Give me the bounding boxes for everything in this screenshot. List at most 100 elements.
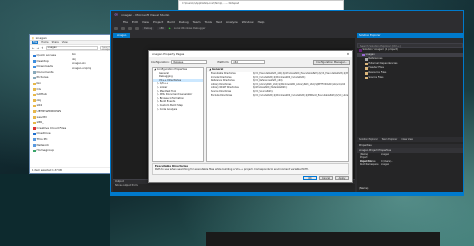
property-grid: ◢ General Executable Directories $(VC_Exe… (206, 67, 349, 162)
vs-right-panel: Solution Explorer Search Solution Explor… (357, 33, 463, 192)
menu-debug[interactable]: Debug (179, 20, 189, 24)
platform-label: Platform: (217, 60, 230, 64)
configuration-label: Configuration: (151, 60, 170, 64)
back-arrow-icon[interactable]: ← (32, 46, 35, 50)
menu-build[interactable]: Build (167, 20, 175, 24)
ribbon-tab-home[interactable]: Home (41, 41, 48, 44)
menu-tools[interactable]: Tools (205, 20, 212, 24)
folder-icon (33, 104, 36, 108)
run-debugger-button[interactable]: Local Windows Debugger (174, 27, 206, 30)
grid-row-exclude-dirs[interactable]: Exclude Directories $(VC_IncludePath);$(W… (207, 94, 348, 98)
back-icon[interactable] (114, 26, 118, 30)
menu-edit[interactable]: Edit (132, 20, 138, 24)
vs-status-bar (111, 192, 463, 195)
desktop-area (0, 174, 110, 246)
ribbon-tab-file[interactable]: File (32, 41, 39, 44)
folder-icon: ▮ (32, 35, 34, 40)
folder-icon (33, 121, 36, 125)
folder-icon (33, 88, 36, 91)
ribbon-tab-share[interactable]: Share (52, 41, 59, 44)
save-icon[interactable] (128, 26, 132, 30)
menu-window[interactable]: Window (242, 20, 254, 24)
editor-tab-strip: xnagan (113, 33, 355, 38)
folder-icon (33, 110, 36, 113)
editor-tab[interactable]: xnagan (113, 33, 131, 38)
folder-icon (365, 62, 368, 66)
property-description-box: Executable Directories Path to use when … (152, 163, 349, 175)
menu-file[interactable]: File (123, 20, 128, 24)
explorer-nav-pane: Quick access Desktop Downloads Documents… (30, 53, 70, 167)
star-icon (33, 54, 36, 58)
configuration-bar: Configuration: Release Platform: x64 Con… (151, 58, 350, 66)
explorer-title: xnagan (35, 35, 47, 40)
homegroup-icon (33, 149, 36, 153)
menu-test[interactable]: Test (216, 20, 222, 24)
description-text: Path to use when searching for executabl… (155, 168, 309, 171)
visual-studio-logo-icon: ∞ (114, 12, 119, 18)
desktop-icon (33, 60, 36, 63)
document-icon (33, 71, 36, 74)
explorer-address-row: ← → ↑ xnagan Search xnagan (30, 45, 120, 51)
folder-icon (33, 82, 36, 86)
folder-icon (33, 99, 36, 102)
cloud-icon (33, 127, 36, 130)
configuration-select[interactable]: Release (171, 59, 208, 65)
menu-project[interactable]: Project (153, 20, 163, 24)
platform-select[interactable]: x64 (231, 59, 266, 65)
forward-icon[interactable] (121, 26, 125, 30)
tab-team-explorer[interactable]: Team Explorer (382, 137, 398, 142)
download-icon (33, 65, 36, 69)
undo-icon[interactable] (135, 26, 139, 30)
computer-icon (33, 138, 36, 141)
properties-pane: Properties xnagan Project Properties (Na… (357, 144, 463, 192)
background-window-title: C:\Users\x\AppData\Local\Temp\... — Note… (182, 2, 240, 5)
property-description: (Name) (359, 187, 369, 190)
tab-solution-explorer[interactable]: Solution Explorer (359, 137, 378, 142)
close-icon[interactable]: × (344, 51, 352, 57)
nav-item-homegroup[interactable]: Homegroup (30, 148, 70, 154)
solution-icon (359, 49, 362, 52)
up-arrow-icon[interactable]: ↑ (41, 46, 44, 50)
folder-icon (365, 67, 368, 70)
menu-team[interactable]: Team (193, 20, 201, 24)
dialog-buttons: OK Cancel Apply (303, 175, 349, 180)
right-panel-tabs: Solution Explorer Team Explorer Class Vi… (357, 137, 463, 142)
play-icon[interactable]: ▶ (169, 27, 171, 30)
menu-analyze[interactable]: Analyze (226, 20, 238, 24)
folder-icon (365, 72, 368, 75)
configuration-manager-button[interactable]: Configuration Manager... (313, 59, 350, 65)
file-explorer-window[interactable]: ▮ xnagan File Home Share View ← → ↑ xnag… (29, 34, 121, 174)
folder-icon (365, 76, 368, 80)
network-icon (33, 144, 36, 147)
menu-view[interactable]: View (142, 20, 149, 24)
source-files-node[interactable]: Source Files (357, 76, 463, 81)
address-bar[interactable]: xnagan (45, 45, 98, 50)
property-pages-dialog[interactable]: xnagan Property Pages × Configuration: R… (148, 50, 353, 183)
picture-icon (33, 76, 36, 80)
cancel-button[interactable]: Cancel (319, 175, 333, 180)
cloud-icon (33, 132, 36, 136)
vs-title: xnagan - Microsoft Visual Studio (121, 13, 170, 17)
apply-button[interactable]: Apply (335, 175, 349, 180)
explorer-status-bar: 1 item selected 1.37 KB (30, 167, 120, 173)
solution-config-dropdown[interactable]: Debug (142, 26, 155, 30)
property-row[interactable]: Root Namespace xnagan (357, 163, 463, 166)
references-icon (365, 58, 368, 61)
vs-titlebar: ∞ xnagan - Microsoft Visual Studio (111, 11, 463, 19)
property-tree: ◢ Configuration Properties General Debug… (152, 67, 204, 162)
vs-toolbar: Debug x86 ▶ Local Windows Debugger (111, 25, 463, 31)
taskbar-area (206, 232, 440, 246)
tree-item-code-analysis[interactable]: ▷ Code Analysis (153, 108, 203, 112)
folder-icon (33, 116, 36, 119)
folder-icon (33, 93, 36, 97)
project-icon (362, 53, 365, 57)
solution-platform-dropdown[interactable]: x86 (157, 26, 166, 30)
menu-help[interactable]: Help (258, 20, 265, 24)
forward-arrow-icon[interactable]: → (37, 46, 40, 50)
ribbon-tab-view[interactable]: View (62, 41, 68, 44)
ok-button[interactable]: OK (303, 175, 317, 180)
dialog-titlebar: xnagan Property Pages × (149, 51, 352, 57)
dialog-title: xnagan Property Pages (152, 52, 185, 56)
tab-class-view[interactable]: Class View (401, 137, 413, 142)
output-show-from: Show output from: (115, 184, 139, 187)
